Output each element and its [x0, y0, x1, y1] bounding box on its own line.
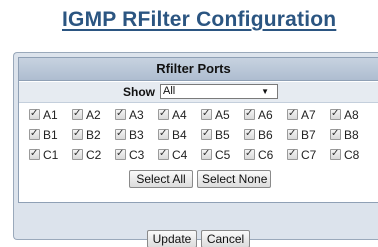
- port-label: C4: [172, 148, 188, 162]
- port-checkbox-item[interactable]: A8: [330, 107, 359, 122]
- port-checkbox-item[interactable]: A7: [287, 107, 316, 122]
- port-checkbox-item[interactable]: B7: [287, 127, 316, 142]
- port-checkbox-item[interactable]: A6: [244, 107, 273, 122]
- port-label: A7: [301, 108, 316, 122]
- port-checkbox-item[interactable]: B5: [201, 127, 230, 142]
- select-none-button[interactable]: Select None: [197, 170, 271, 188]
- rfilter-ports-header: Rfilter Ports: [19, 58, 378, 81]
- port-label: A5: [215, 108, 230, 122]
- port-label: C8: [344, 148, 360, 162]
- port-checkbox[interactable]: [158, 107, 169, 121]
- port-checkbox-item[interactable]: B2: [72, 127, 101, 142]
- port-label: C5: [215, 148, 231, 162]
- port-label: A3: [129, 108, 144, 122]
- port-checkbox[interactable]: [330, 107, 341, 121]
- port-label: B8: [344, 128, 359, 142]
- port-checkbox[interactable]: [201, 147, 212, 161]
- port-checkbox-item[interactable]: A3: [115, 107, 144, 122]
- port-checkbox[interactable]: [158, 147, 169, 161]
- port-checkbox-item[interactable]: C4: [158, 147, 188, 162]
- show-label: Show: [123, 85, 155, 99]
- update-button[interactable]: Update: [147, 230, 197, 247]
- port-checkbox[interactable]: [72, 107, 83, 121]
- port-checkbox[interactable]: [287, 127, 298, 141]
- port-label: B7: [301, 128, 316, 142]
- port-label: C3: [129, 148, 145, 162]
- port-checkbox-item[interactable]: C8: [330, 147, 360, 162]
- port-checkbox-item[interactable]: C3: [115, 147, 145, 162]
- port-checkbox-item[interactable]: A1: [29, 107, 58, 122]
- port-checkbox[interactable]: [115, 147, 126, 161]
- port-checkbox[interactable]: [244, 147, 255, 161]
- port-checkbox-item[interactable]: A5: [201, 107, 230, 122]
- port-label: B4: [172, 128, 187, 142]
- port-label: C1: [43, 148, 59, 162]
- port-checkbox-item[interactable]: B4: [158, 127, 187, 142]
- port-checkbox[interactable]: [287, 107, 298, 121]
- port-label: B1: [43, 128, 58, 142]
- port-row: B1 B2 B3 B4 B5 B6 B7 B8: [19, 125, 378, 145]
- port-row: C1 C2 C3 C4 C5 C6 C7 C8: [19, 145, 378, 165]
- port-label: A8: [344, 108, 359, 122]
- show-select-value: All: [163, 85, 176, 97]
- igmp-rfilter-page: IGMP RFilter Configuration Rfilter Ports…: [0, 0, 378, 247]
- port-checkbox-item[interactable]: A4: [158, 107, 187, 122]
- port-checkbox[interactable]: [244, 107, 255, 121]
- port-label: C6: [258, 148, 274, 162]
- port-label: A2: [86, 108, 101, 122]
- port-checkbox[interactable]: [158, 127, 169, 141]
- port-checkbox-item[interactable]: C6: [244, 147, 274, 162]
- cancel-button[interactable]: Cancel: [201, 230, 250, 247]
- port-checkbox-item[interactable]: B8: [330, 127, 359, 142]
- port-label: A4: [172, 108, 187, 122]
- chevron-down-icon: ▼: [261, 87, 269, 96]
- port-label: C7: [301, 148, 317, 162]
- port-checkbox[interactable]: [115, 127, 126, 141]
- port-label: B2: [86, 128, 101, 142]
- port-checkbox[interactable]: [115, 107, 126, 121]
- port-label: A6: [258, 108, 273, 122]
- port-checkbox-item[interactable]: C2: [72, 147, 102, 162]
- select-all-button[interactable]: Select All: [129, 170, 193, 188]
- port-checkbox-item[interactable]: C7: [287, 147, 317, 162]
- port-label: B5: [215, 128, 230, 142]
- port-checkbox[interactable]: [330, 127, 341, 141]
- port-checkbox[interactable]: [201, 107, 212, 121]
- rfilter-ports-box: Rfilter Ports Show All ▼ A1A2A3A4A5A6A7A…: [18, 57, 378, 203]
- port-checkbox-item[interactable]: B6: [244, 127, 273, 142]
- port-checkbox[interactable]: [287, 147, 298, 161]
- rfilter-panel: Rfilter Ports Show All ▼ A1A2A3A4A5A6A7A…: [13, 52, 378, 240]
- port-checkbox[interactable]: [72, 127, 83, 141]
- port-checkbox-item[interactable]: C5: [201, 147, 231, 162]
- port-row: A1 A2 A3 A4 A5 A6 A7 A8: [19, 105, 378, 125]
- port-checkbox[interactable]: [29, 107, 40, 121]
- port-checkbox-item[interactable]: B3: [115, 127, 144, 142]
- page-title: IGMP RFilter Configuration: [62, 8, 337, 31]
- show-filter-row: Show All ▼: [19, 82, 378, 103]
- port-checkbox[interactable]: [244, 127, 255, 141]
- port-checkbox[interactable]: [201, 127, 212, 141]
- port-label: B3: [129, 128, 144, 142]
- port-checkbox[interactable]: [29, 147, 40, 161]
- port-checkbox-item[interactable]: C1: [29, 147, 59, 162]
- port-label: A1: [43, 108, 58, 122]
- port-checkbox-item[interactable]: A2: [72, 107, 101, 122]
- port-checkbox[interactable]: [29, 127, 40, 141]
- port-checkbox[interactable]: [72, 147, 83, 161]
- port-checkbox-item[interactable]: B1: [29, 127, 58, 142]
- port-checkbox[interactable]: [330, 147, 341, 161]
- port-label: C2: [86, 148, 102, 162]
- port-label: B6: [258, 128, 273, 142]
- port-grid: A1 A2 A3 A4 A5 A6 A7 A8 B1 B2 B3 B4 B5 B6 B7 B8 C1 C2 C3 C4…: [19, 105, 378, 165]
- show-select[interactable]: All ▼: [160, 84, 278, 99]
